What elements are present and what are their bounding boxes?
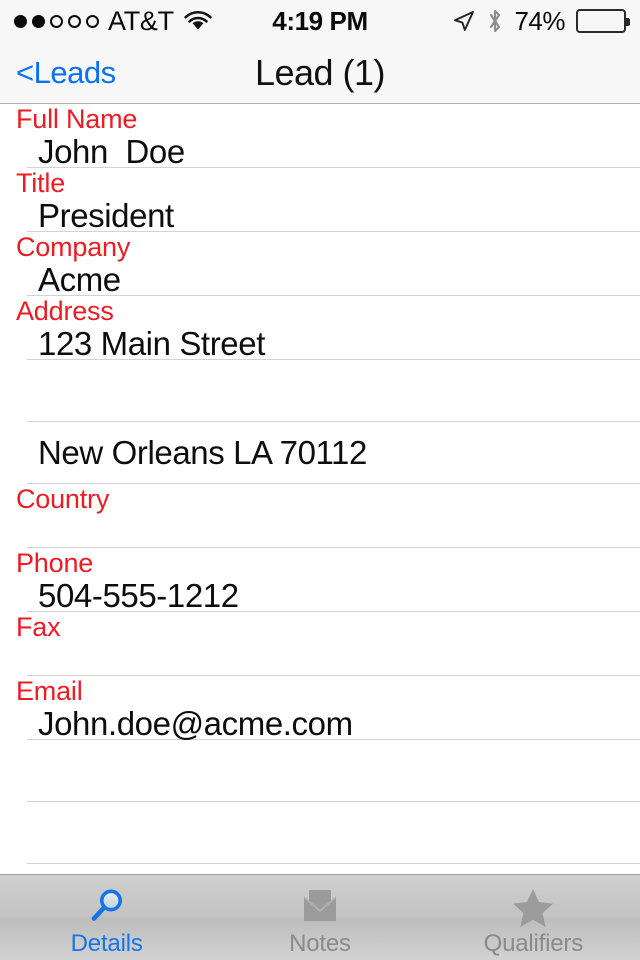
clock-label: 4:19 PM [272, 5, 368, 36]
field-value-email[interactable]: John.doe@acme.com [16, 706, 640, 742]
form-row-extra-row-1[interactable] [0, 740, 640, 802]
form-row-phone[interactable]: Phone 504-555-1212 [0, 548, 640, 614]
tab-notes-label: Notes [289, 929, 351, 957]
form-row-full-name[interactable]: Full Name John Doe [0, 104, 640, 170]
form-row-address-line-2[interactable] [0, 360, 640, 422]
field-value-country[interactable] [16, 514, 640, 550]
form-row-address-city-state-zip[interactable]: New Orleans LA 70112 [0, 422, 640, 484]
status-bar: AT&T 4:19 PM 74% [0, 0, 640, 42]
form-row-title[interactable]: Title President [0, 168, 640, 234]
form-row-extra-row-2[interactable] [0, 802, 640, 864]
signal-dot-2 [32, 14, 45, 28]
envelope-icon [298, 884, 342, 930]
tab-details-label: Details [70, 929, 143, 957]
signal-strength-dots [14, 14, 99, 28]
field-label-country: Country [16, 484, 110, 514]
form-row-country[interactable]: Country [0, 484, 640, 548]
battery-icon [576, 9, 630, 33]
field-value-extra-row-1[interactable] [16, 740, 640, 776]
field-label-phone: Phone [16, 548, 94, 578]
field-value-address-city-state-zip[interactable]: New Orleans LA 70112 [16, 435, 367, 471]
tab-details[interactable]: Details [0, 875, 213, 960]
field-value-phone[interactable]: 504-555-1212 [16, 578, 640, 614]
field-value-full-name[interactable]: John Doe [16, 134, 640, 170]
form-row-address-line-1[interactable]: Address 123 Main Street [0, 296, 640, 362]
wifi-icon [183, 10, 213, 32]
navigation-bar: <Leads Lead (1) [0, 42, 640, 104]
field-value-fax[interactable] [16, 642, 640, 678]
app-screen: AT&T 4:19 PM 74% <Leads Lead (1) Full Na… [0, 0, 640, 960]
tab-bar: Details Notes Qualifiers [0, 874, 640, 960]
form-row-fax[interactable]: Fax [0, 612, 640, 676]
bluetooth-icon [487, 8, 503, 34]
signal-dot-4 [68, 14, 81, 28]
back-button[interactable]: <Leads [16, 57, 116, 88]
location-arrow-icon [452, 9, 476, 33]
field-label-title: Title [16, 168, 66, 198]
status-bar-right: 74% [452, 5, 630, 37]
field-label-full-name: Full Name [16, 104, 138, 134]
tab-notes[interactable]: Notes [213, 875, 426, 960]
battery-percent-label: 74% [514, 5, 565, 36]
field-value-address-line-1[interactable]: 123 Main Street [16, 326, 640, 362]
magnifying-glass-icon [85, 884, 129, 930]
lead-detail-form: Full Name John Doe Title President Company Ac… [0, 104, 640, 874]
field-label-email: Email [16, 676, 83, 706]
field-value-company[interactable]: Acme [16, 262, 640, 298]
field-value-title[interactable]: President [16, 198, 640, 234]
form-row-email[interactable]: Email John.doe@acme.com [0, 676, 640, 742]
field-value-address-line-2[interactable] [16, 360, 640, 396]
signal-dot-5 [86, 14, 99, 28]
form-row-company[interactable]: Company Acme [0, 232, 640, 298]
separator-inset [0, 863, 27, 864]
status-bar-left: AT&T [14, 5, 213, 36]
field-label-address-line-1: Address [16, 296, 114, 326]
carrier-label: AT&T [108, 5, 174, 36]
field-value-extra-row-2[interactable] [16, 802, 640, 838]
tab-qualifiers[interactable]: Qualifiers [427, 875, 640, 960]
star-icon [511, 884, 555, 930]
signal-dot-1 [14, 14, 27, 28]
tab-qualifiers-label: Qualifiers [483, 929, 584, 957]
field-label-fax: Fax [16, 612, 61, 642]
field-label-company: Company [16, 232, 131, 262]
signal-dot-3 [50, 14, 63, 28]
